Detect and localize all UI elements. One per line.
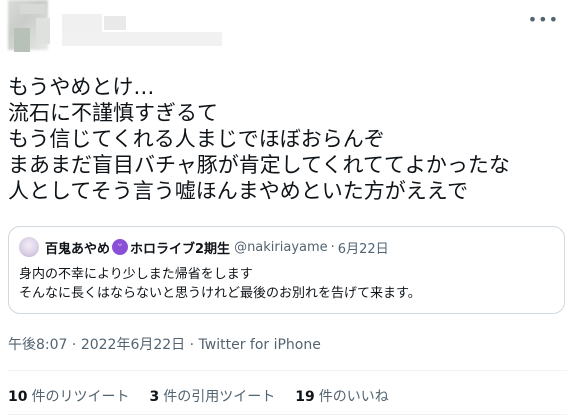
retweet-count-number: 10 bbox=[8, 389, 28, 405]
quoted-tweet-line: そんなに長くはならないと思うけれど最後のお別れを告げて来ます。 bbox=[19, 286, 421, 301]
tweet-line: 人としてそう言う嘘ほんまやめといた方がええで bbox=[8, 179, 469, 203]
quoted-user-name: 百鬼あやめ bbox=[45, 241, 111, 257]
separator: · bbox=[330, 239, 335, 255]
tweet-line: もうやめとけ… bbox=[8, 75, 155, 99]
quoted-tweet-line: 身内の不幸により少しまた帰省をします bbox=[19, 267, 253, 282]
blurred-username[interactable] bbox=[62, 14, 102, 32]
like-count-number: 19 bbox=[295, 389, 315, 405]
tweet-line: まあまだ盲目バチャ豚が肯定してくれててよかったな bbox=[8, 153, 510, 177]
quoted-tweet-text: 身内の不幸により少しまた帰省をします そんなに長くはならないと思うけれど最後のお… bbox=[19, 265, 421, 303]
tweet-source[interactable]: Twitter for iPhone bbox=[199, 337, 321, 353]
quoted-user-avatar bbox=[19, 237, 39, 257]
tweet-meta: 午後8:07 · 2022年6月22日 · Twitter for iPhone bbox=[8, 334, 321, 354]
tweet-header: ••• bbox=[0, 0, 567, 60]
blurred-region bbox=[36, 18, 50, 44]
quote-count-label: 件の引用ツイート bbox=[163, 389, 276, 405]
tweet-line: 流石に不謹慎すぎるて bbox=[8, 101, 218, 125]
quote-count-number: 3 bbox=[149, 389, 160, 405]
divider bbox=[8, 414, 567, 415]
retweet-count[interactable]: 10 件のリツイート bbox=[8, 386, 129, 406]
blurred-region bbox=[104, 16, 126, 30]
blurred-region bbox=[20, 4, 46, 14]
blurred-region bbox=[14, 28, 30, 52]
divider bbox=[8, 370, 567, 371]
tweet-line: もう信じてくれる人まじでほぼおらんぞ bbox=[8, 127, 385, 151]
quoted-user-handle: @nakiriayame bbox=[234, 239, 328, 255]
like-count-label: 件のいいね bbox=[318, 389, 389, 405]
quoted-tweet[interactable]: 百鬼あやめ ᵕ ホロライブ2期生 @nakiriayame · 6月22日 身内… bbox=[8, 226, 565, 314]
tweet-time[interactable]: 午後8:07 bbox=[8, 337, 67, 353]
tweet-stats: 10 件のリツイート 3 件の引用ツイート 19 件のいいね bbox=[8, 386, 409, 406]
retweet-count-label: 件のリツイート bbox=[31, 389, 130, 405]
quoted-tweet-header: 百鬼あやめ ᵕ ホロライブ2期生 @nakiriayame · 6月22日 bbox=[19, 237, 389, 257]
blurred-handle bbox=[62, 32, 222, 46]
demon-face-icon: ᵕ bbox=[112, 239, 129, 255]
tweet-date[interactable]: 2022年6月22日 bbox=[81, 337, 185, 353]
quote-count[interactable]: 3 件の引用ツイート bbox=[149, 386, 275, 406]
quoted-tweet-date[interactable]: 6月22日 bbox=[338, 238, 389, 257]
tweet-text: もうやめとけ… 流石に不謹慎すぎるて もう信じてくれる人まじでほぼおらんぞ まあ… bbox=[8, 74, 563, 204]
quoted-user-name-suffix: ホロライブ2期生 bbox=[130, 241, 231, 257]
separator: · bbox=[67, 337, 81, 353]
more-horizontal-icon[interactable]: ••• bbox=[528, 10, 559, 29]
like-count[interactable]: 19 件のいいね bbox=[295, 386, 388, 406]
separator: · bbox=[185, 337, 199, 353]
